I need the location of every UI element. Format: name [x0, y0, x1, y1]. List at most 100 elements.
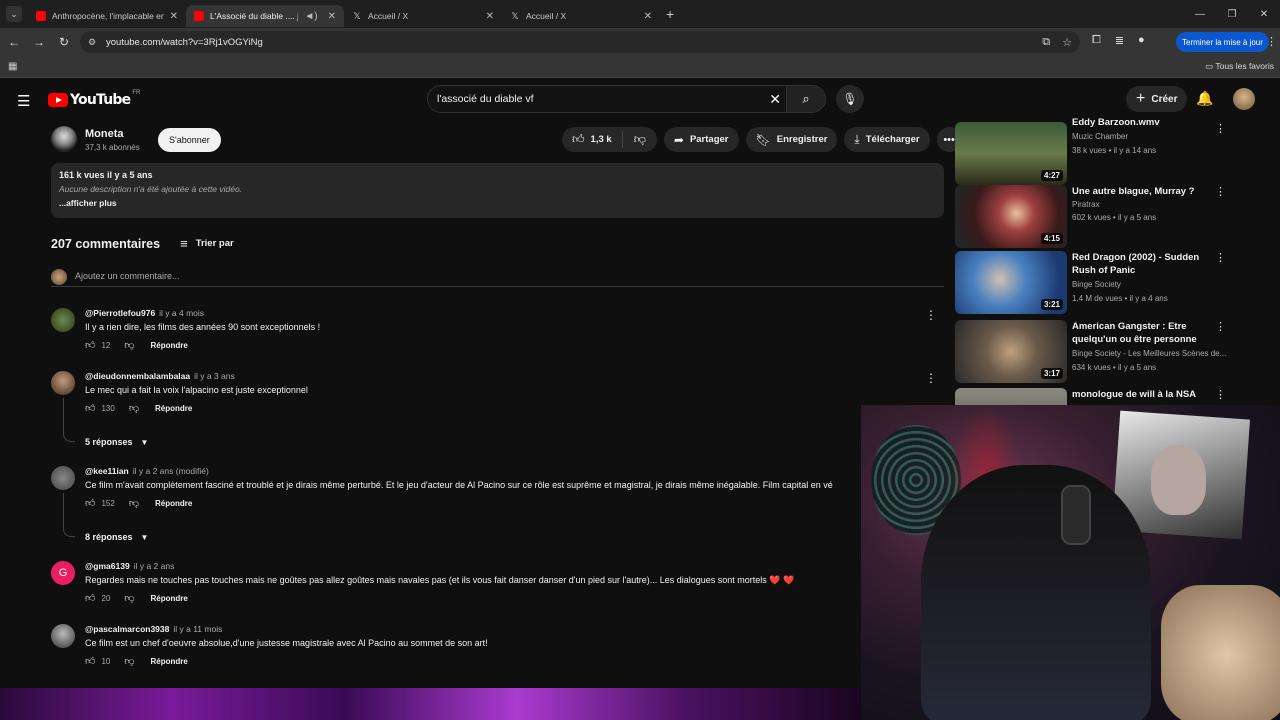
video-thumbnail[interactable]: 4:15 [955, 185, 1067, 248]
comment-author[interactable]: @Pierrotlefou976 il y a 4 mois [85, 308, 204, 318]
tab-search-icon[interactable]: ⌄ [6, 6, 22, 22]
reply-button[interactable]: Répondre [155, 404, 192, 413]
recommended-video[interactable]: 3:17 American Gangster : Etre quelqu'un … [955, 320, 1227, 384]
comment-author[interactable]: @pascalmarcon3938 il y a 11 mois [85, 624, 222, 634]
video-channel[interactable]: Muzic Chamber [1072, 132, 1227, 141]
close-window-icon[interactable]: ✕ [1248, 9, 1280, 20]
thumbs-down-icon[interactable]: 👎︎ [124, 592, 134, 604]
thumbs-down-icon[interactable]: 👎︎ [129, 497, 139, 509]
comment-menu-icon[interactable]: ⋮ [925, 371, 937, 385]
reading-list-icon[interactable]: ≣ [1115, 34, 1124, 47]
forward-icon[interactable]: → [28, 35, 50, 49]
video-title[interactable]: American Gangster : Etre quelqu'un ou êt… [1072, 320, 1217, 346]
recommended-video[interactable]: 4:27 Eddy Barzoon.wmv Muzic Chamber 38 k… [955, 117, 1227, 186]
reload-icon[interactable]: ↻ [53, 35, 75, 49]
channel-name[interactable]: Moneta [85, 128, 124, 140]
reply-button[interactable]: Répondre [151, 594, 188, 603]
reply-button[interactable]: Répondre [151, 657, 188, 666]
video-menu-icon[interactable]: ⋮ [1215, 251, 1226, 264]
star-icon[interactable]: ☆ [1062, 36, 1072, 49]
apps-grid-icon[interactable]: ▦ [8, 61, 17, 72]
comment-author[interactable]: @gma6139 il y a 2 ans [85, 561, 174, 571]
commenter-avatar[interactable]: G [51, 561, 75, 585]
comment-author[interactable]: @kee11ian il y a 2 ans (modifié) [85, 466, 209, 476]
search-button[interactable]: ⌕ [786, 85, 826, 113]
video-thumbnail[interactable]: 3:17 [955, 320, 1067, 383]
thumbs-up-icon[interactable]: 👍︎ [85, 402, 95, 414]
thumbs-up-icon[interactable]: 👍︎ [85, 497, 95, 509]
comment-author[interactable]: @dieudonnembalambalaa il y a 3 ans [85, 371, 235, 381]
add-comment-field[interactable]: Ajoutez un commentaire... [51, 269, 944, 287]
close-icon[interactable]: ✕ [486, 11, 494, 22]
video-channel[interactable]: Binge Society - Les Meilleures Scènes de… [1072, 349, 1227, 358]
close-icon[interactable]: ✕ [328, 11, 336, 22]
video-thumbnail[interactable]: 3:21 [955, 251, 1067, 314]
voice-search-button[interactable]: 🎙 [836, 85, 864, 113]
dislike-button[interactable]: 👎︎ [623, 132, 657, 147]
back-icon[interactable]: ← [3, 35, 25, 49]
thumbs-up-icon[interactable]: 👍︎ [85, 655, 95, 667]
video-menu-icon[interactable]: ⋮ [1215, 320, 1226, 333]
like-button[interactable]: 👍︎ 1,3 k [562, 131, 623, 148]
all-bookmarks[interactable]: ▭ Tous les favoris [1205, 61, 1274, 72]
browser-tab[interactable]: 𝕏 Accueil / X ✕ [502, 5, 660, 27]
thumbs-up-icon[interactable]: 👍︎ [85, 592, 95, 604]
recommended-video[interactable]: 4:15 Une autre blague, Murray ? Piratrax… [955, 185, 1227, 249]
profile-icon[interactable]: ● [1138, 34, 1145, 47]
video-thumbnail[interactable]: 4:27 [955, 122, 1067, 185]
save-button[interactable]: 🔖︎ Enregistrer [745, 127, 838, 152]
channel-avatar[interactable] [51, 126, 77, 152]
show-more-link[interactable]: ...afficher plus [59, 198, 936, 208]
extensions-icon[interactable]: ⧠ [1092, 34, 1101, 47]
commenter-avatar[interactable] [51, 308, 75, 332]
download-button[interactable]: ⤓ Télécharger [844, 127, 930, 152]
video-title[interactable]: Eddy Barzoon.wmv [1072, 116, 1217, 129]
speaker-icon[interactable]: ◄) [304, 11, 317, 22]
clear-search-icon[interactable]: ✕ [769, 91, 781, 108]
commenter-avatar[interactable] [51, 624, 75, 648]
thumbs-up-icon[interactable]: 👍︎ [85, 339, 95, 351]
reply-button[interactable]: Répondre [155, 499, 192, 508]
search-input[interactable]: l'associé du diable vf ✕ [427, 85, 787, 113]
video-title[interactable]: Une autre blague, Murray ? [1072, 185, 1217, 198]
thumbs-down-icon[interactable]: 👎︎ [124, 339, 134, 351]
description-box[interactable]: 161 k vues il y a 5 ans Aucune descripti… [51, 163, 944, 218]
recommended-video[interactable]: 3:21 Red Dragon (2002) - Sudden Rush of … [955, 251, 1227, 315]
video-title[interactable]: monologue de will à la NSA [1072, 388, 1217, 401]
url-field[interactable]: ⚙ youtube.com/watch?v=3Rj1vOGYiNg ⧉ ☆ [80, 31, 1080, 53]
site-info-icon[interactable]: ⚙ [88, 37, 100, 48]
youtube-logo[interactable]: YouTube FR [48, 90, 140, 108]
minimize-icon[interactable]: — [1184, 9, 1216, 20]
browser-tab-active[interactable]: L'Associé du diable .... j'aim... ◄) ✕ [186, 5, 344, 27]
video-channel[interactable]: Piratrax [1072, 200, 1227, 209]
browser-tab[interactable]: Anthropocène, l'implacable en... ✕ [28, 5, 186, 27]
menu-icon[interactable]: ☰ [17, 92, 30, 110]
replies-toggle[interactable]: 8 réponses ▼ [85, 532, 148, 542]
video-title[interactable]: Red Dragon (2002) - Sudden Rush of Panic [1072, 251, 1217, 277]
video-menu-icon[interactable]: ⋮ [1215, 122, 1226, 135]
subscribe-button[interactable]: S'abonner [158, 128, 221, 152]
update-button[interactable]: Terminer la mise à jour [1176, 32, 1269, 52]
browser-tab[interactable]: 𝕏 Accueil / X ✕ [344, 5, 502, 27]
video-menu-icon[interactable]: ⋮ [1215, 388, 1226, 401]
create-button[interactable]: + Créer [1126, 86, 1188, 112]
new-tab-icon[interactable]: + [666, 6, 674, 22]
commenter-avatar[interactable] [51, 466, 75, 490]
share-button[interactable]: ➦ Partager [663, 127, 739, 152]
video-menu-icon[interactable]: ⋮ [1215, 185, 1226, 198]
reply-button[interactable]: Répondre [151, 341, 188, 350]
cast-icon[interactable]: ⧉ [1042, 36, 1050, 49]
maximize-icon[interactable]: ❐ [1216, 9, 1248, 20]
replies-toggle[interactable]: 5 réponses ▼ [85, 437, 148, 447]
sort-button[interactable]: ≡ Trier par [180, 236, 234, 251]
browser-menu-icon[interactable]: ⋮ [1266, 35, 1277, 48]
close-icon[interactable]: ✕ [170, 11, 178, 22]
video-channel[interactable]: Binge Society [1072, 280, 1227, 289]
thumbs-down-icon[interactable]: 👎︎ [129, 402, 139, 414]
commenter-avatar[interactable] [51, 371, 75, 395]
comment-menu-icon[interactable]: ⋮ [925, 308, 937, 322]
account-avatar[interactable] [1233, 88, 1255, 110]
notifications-icon[interactable]: 🔔 [1196, 90, 1213, 107]
close-icon[interactable]: ✕ [644, 11, 652, 22]
thumbs-down-icon[interactable]: 👎︎ [124, 655, 134, 667]
